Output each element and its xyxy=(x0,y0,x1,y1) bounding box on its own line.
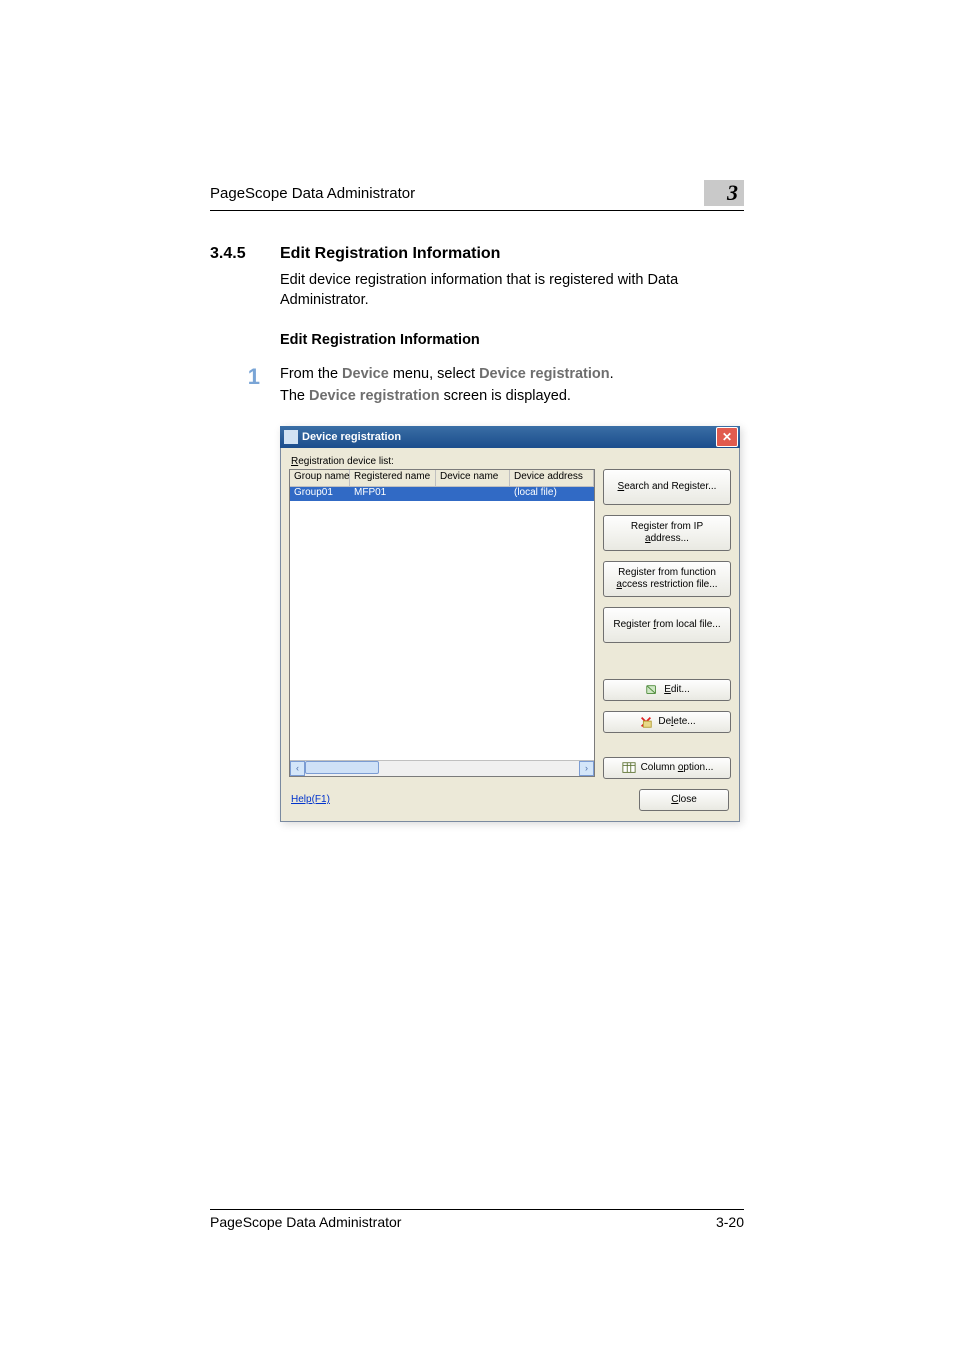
step-body: From the Device menu, select Device regi… xyxy=(280,364,614,408)
col-group-name[interactable]: Group name xyxy=(290,470,350,486)
registration-device-table[interactable]: Group name Registered name Device name D… xyxy=(289,469,595,777)
register-from-ip-button[interactable]: Register from IPaddress... xyxy=(603,515,731,551)
edit-button[interactable]: Edit... xyxy=(603,679,731,701)
column-option-button[interactable]: Column option... xyxy=(603,757,731,779)
footer-title: PageScope Data Administrator xyxy=(210,1214,401,1230)
dialog-title: Device registration xyxy=(302,431,714,443)
close-button[interactable]: Close xyxy=(639,789,729,811)
running-header: PageScope Data Administrator 3 xyxy=(210,180,744,211)
col-device-address[interactable]: Device address xyxy=(510,470,594,486)
menu-word-device: Device xyxy=(342,366,389,382)
section-heading: 3.4.5 Edit Registration Information xyxy=(210,245,744,263)
col-registered-name[interactable]: Registered name xyxy=(350,470,436,486)
horizontal-scrollbar[interactable]: ‹ › xyxy=(290,760,594,776)
register-from-local-file-button[interactable]: Register from local file... xyxy=(603,607,731,643)
search-and-register-button[interactable]: Search and Register... xyxy=(603,469,731,505)
register-from-function-file-button[interactable]: Register from functionaccess restriction… xyxy=(603,561,731,597)
table-row[interactable]: Group01 MFP01 (local file) xyxy=(290,487,594,501)
section-title: Edit Registration Information xyxy=(280,245,500,263)
running-footer: PageScope Data Administrator 3-20 xyxy=(210,1209,744,1230)
dialog-titlebar[interactable]: Device registration ✕ xyxy=(280,426,740,448)
footer-page-number: 3-20 xyxy=(716,1214,744,1230)
section-intro: Edit device registration information tha… xyxy=(280,271,744,310)
delete-icon xyxy=(638,715,654,729)
step-number: 1 xyxy=(210,364,260,408)
button-column: Search and Register... Register from IPa… xyxy=(603,469,731,779)
dialog-device-registration: Device registration ✕ Registration devic… xyxy=(280,426,740,822)
step-1: 1 From the Device menu, select Device re… xyxy=(210,364,744,408)
subheading: Edit Registration Information xyxy=(280,332,744,348)
scroll-thumb[interactable] xyxy=(305,761,379,774)
chapter-number-badge: 3 xyxy=(704,180,744,206)
table-header: Group name Registered name Device name D… xyxy=(290,470,594,487)
registration-list-label: Registration device list: xyxy=(291,456,731,467)
edit-icon xyxy=(644,683,660,697)
col-device-name[interactable]: Device name xyxy=(436,470,510,486)
section-number: 3.4.5 xyxy=(210,245,262,263)
scroll-left-icon[interactable]: ‹ xyxy=(290,761,305,776)
dialog-footer: Help(F1) Close xyxy=(289,789,731,813)
menu-word-device-registration-2: Device registration xyxy=(309,388,440,404)
app-icon xyxy=(284,430,298,444)
close-icon[interactable]: ✕ xyxy=(716,427,738,447)
column-option-icon xyxy=(621,761,637,775)
scroll-right-icon[interactable]: › xyxy=(579,761,594,776)
scroll-track[interactable] xyxy=(305,761,579,776)
help-link[interactable]: Help(F1) xyxy=(291,794,330,805)
running-header-title: PageScope Data Administrator xyxy=(210,185,704,202)
dialog-body: Registration device list: Group name Reg… xyxy=(280,448,740,822)
delete-button[interactable]: Delete... xyxy=(603,711,731,733)
menu-word-device-registration: Device registration xyxy=(479,366,610,382)
